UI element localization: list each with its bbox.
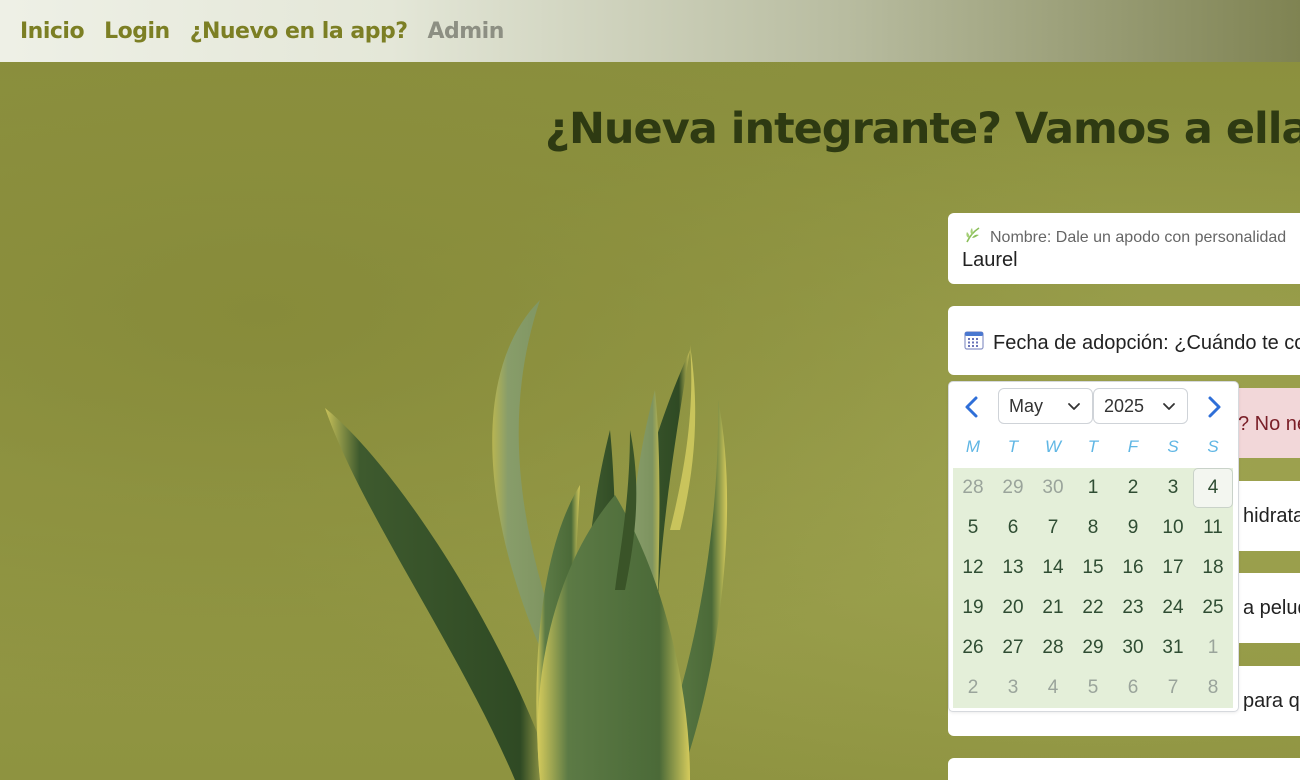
calendar-day[interactable]: 1 <box>1073 468 1113 508</box>
snake-plant-image <box>325 300 728 780</box>
calendar-day[interactable]: 31 <box>1153 628 1193 668</box>
calendar-day-outside[interactable]: 28 <box>953 468 993 508</box>
calendar-day[interactable]: 13 <box>993 548 1033 588</box>
calendar-day[interactable]: 15 <box>1073 548 1113 588</box>
calendar-day[interactable]: 28 <box>1033 628 1073 668</box>
datepicker-header: May 2025 <box>949 382 1238 432</box>
chevron-right-icon <box>1208 396 1221 418</box>
month-select[interactable]: May <box>998 388 1093 424</box>
calendar-day[interactable]: 17 <box>1153 548 1193 588</box>
weekday-header: M T W T F S S <box>953 437 1233 467</box>
calendar-day[interactable]: 23 <box>1113 588 1153 628</box>
calendar-day-outside[interactable]: 2 <box>953 668 993 708</box>
calendar-day[interactable]: 12 <box>953 548 993 588</box>
calendar-day[interactable]: 22 <box>1073 588 1113 628</box>
weekday-label: F <box>1127 437 1139 456</box>
calendar-day-outside[interactable]: 6 <box>1113 668 1153 708</box>
calendar-day[interactable]: 20 <box>993 588 1033 628</box>
nav-link-login[interactable]: Login <box>104 19 170 44</box>
calendar-day[interactable]: 26 <box>953 628 993 668</box>
calendar-day-outside[interactable]: 5 <box>1073 668 1113 708</box>
calendar-day[interactable]: 14 <box>1033 548 1073 588</box>
nav-link-admin[interactable]: Admin <box>427 19 504 44</box>
calendar-grid: 28 29 30 1 2 3 4 5 6 7 8 9 10 11 12 13 1… <box>953 468 1233 708</box>
purpose-label: para que <box>1243 690 1300 712</box>
chevron-down-icon <box>1163 403 1175 410</box>
calendar-day[interactable]: 19 <box>953 588 993 628</box>
calendar-day[interactable]: 18 <box>1193 548 1233 588</box>
calendar-day[interactable]: 8 <box>1073 508 1113 548</box>
calendar-day-outside[interactable]: 3 <box>993 668 1033 708</box>
grooming-label: a peluq <box>1243 597 1300 619</box>
calendar-day[interactable]: 21 <box>1033 588 1073 628</box>
calendar-day-outside[interactable]: 7 <box>1153 668 1193 708</box>
weekday-label: T <box>1087 437 1099 456</box>
month-select-value: May <box>1009 395 1044 416</box>
prev-month-button[interactable] <box>957 392 987 422</box>
nav-link-inicio[interactable]: Inicio <box>20 19 85 44</box>
next-month-button[interactable] <box>1199 392 1229 422</box>
nav-link-registro[interactable]: ¿Nuevo en la app? <box>190 19 408 44</box>
calendar-day[interactable]: 11 <box>1193 508 1233 548</box>
calendar-day-outside[interactable]: 29 <box>993 468 1033 508</box>
calendar-day-outside[interactable]: 30 <box>1033 468 1073 508</box>
calendar-day[interactable]: 30 <box>1113 628 1153 668</box>
calendar-day[interactable]: 2 <box>1113 468 1153 508</box>
alert-text: ? No ne <box>1238 413 1300 435</box>
year-select-value: 2025 <box>1104 395 1145 416</box>
chevron-down-icon <box>1068 403 1080 410</box>
calendar-day[interactable]: 24 <box>1153 588 1193 628</box>
calendar-icon <box>964 330 984 356</box>
next-field[interactable] <box>948 758 1300 780</box>
name-input[interactable]: Laurel <box>962 249 1018 272</box>
adoption-date-field[interactable]: Fecha de adopción: ¿Cuándo te co <box>948 306 1300 375</box>
name-field-label: Nombre: Dale un apodo con personalidad <box>964 226 1286 249</box>
weekday-label: S <box>1207 437 1219 456</box>
calendar-day-outside[interactable]: 1 <box>1193 628 1233 668</box>
calendar-day[interactable]: 7 <box>1033 508 1073 548</box>
adoption-date-label: Fecha de adopción: ¿Cuándo te co <box>964 330 1300 356</box>
calendar-day[interactable]: 16 <box>1113 548 1153 588</box>
calendar-day[interactable]: 27 <box>993 628 1033 668</box>
calendar-day[interactable]: 25 <box>1193 588 1233 628</box>
calendar-day-outside[interactable]: 8 <box>1193 668 1233 708</box>
weekday-label: W <box>1044 437 1062 456</box>
adoption-date-label-text: Fecha de adopción: ¿Cuándo te co <box>993 331 1300 354</box>
name-field[interactable]: Nombre: Dale un apodo con personalidad L… <box>948 213 1300 284</box>
chevron-left-icon <box>965 396 978 418</box>
weekday-label: T <box>1007 437 1019 456</box>
calendar-day-today[interactable]: 4 <box>1193 468 1233 508</box>
watering-label: hidrata <box>1243 505 1300 527</box>
year-select[interactable]: 2025 <box>1093 388 1188 424</box>
weekday-label: S <box>1167 437 1179 456</box>
page-title: ¿Nueva integrante? Vamos a ella <box>545 104 1300 154</box>
calendar-day[interactable]: 5 <box>953 508 993 548</box>
leaf-icon <box>964 226 982 249</box>
top-navbar: Inicio Login ¿Nuevo en la app? Admin <box>0 0 1300 62</box>
calendar-day[interactable]: 29 <box>1073 628 1113 668</box>
calendar-day[interactable]: 9 <box>1113 508 1153 548</box>
weekday-label: M <box>965 437 981 456</box>
calendar-day-outside[interactable]: 4 <box>1033 668 1073 708</box>
calendar-day[interactable]: 3 <box>1153 468 1193 508</box>
datepicker-popup: May 2025 M T W T F S S 28 29 30 1 2 3 4 … <box>948 381 1239 712</box>
calendar-day[interactable]: 10 <box>1153 508 1193 548</box>
calendar-day[interactable]: 6 <box>993 508 1033 548</box>
name-field-label-text: Nombre: Dale un apodo con personalidad <box>990 228 1287 246</box>
